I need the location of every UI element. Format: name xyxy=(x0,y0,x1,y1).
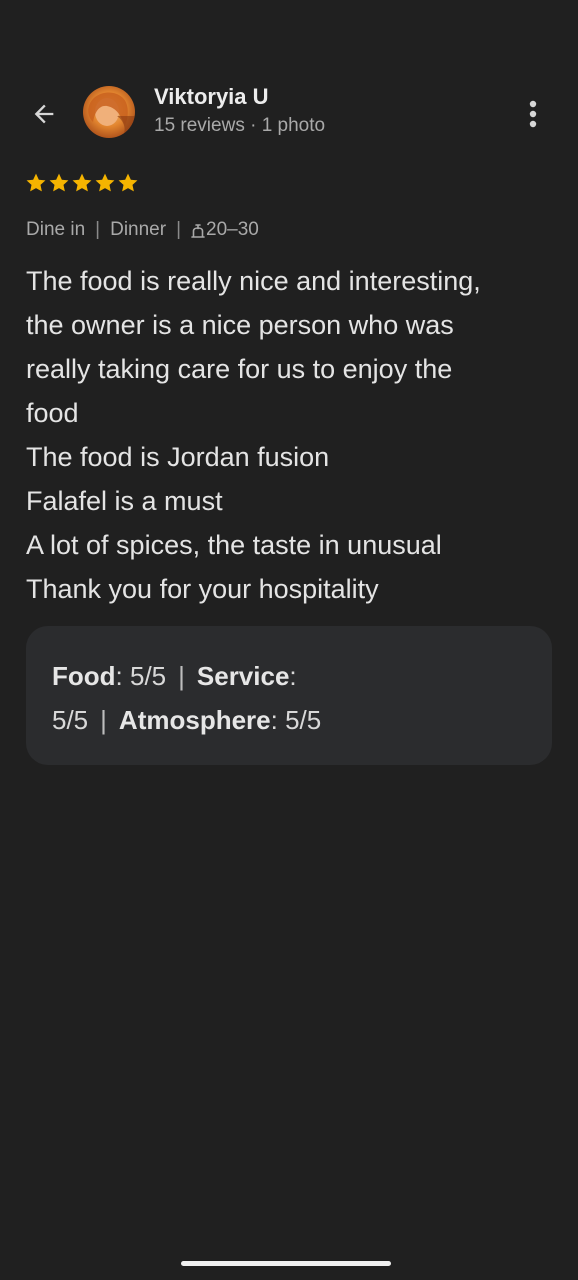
atmosphere-label: Atmosphere xyxy=(118,705,271,735)
service-value: 5/5 xyxy=(52,705,89,735)
food-label: Food xyxy=(52,661,116,691)
price-range-tag: 20–30 xyxy=(206,219,259,240)
review-line: The food is Jordan fusion xyxy=(26,442,330,472)
arrow-left-icon xyxy=(34,104,54,124)
avatar[interactable] xyxy=(83,86,135,138)
more-vertical-icon xyxy=(529,100,537,128)
reviewer-meta: 15 reviews · 1 photo xyxy=(154,115,326,136)
service-label: Service xyxy=(196,661,290,691)
review-line: Falafel is a must xyxy=(26,486,223,516)
review-line: A lot of spices, the taste in unusual xyxy=(26,530,442,560)
review-header: Viktoryia U 15 reviews · 1 photo xyxy=(0,82,578,146)
rating-breakdown-card: Food: 5/5 | Service: 5/5 | Atmosphere: 5/5 xyxy=(26,626,552,765)
price-tag-icon xyxy=(191,224,205,238)
rating-separator: | xyxy=(178,661,185,691)
reviewer-name[interactable]: Viktoryia U xyxy=(154,84,269,110)
star-icon xyxy=(118,173,138,192)
review-text: The food is really nice and interesting,… xyxy=(26,259,556,611)
star-icon xyxy=(95,173,115,192)
review-line: the owner is a nice person who was xyxy=(26,310,454,340)
avatar-image xyxy=(83,86,135,138)
tag-separator: | xyxy=(95,219,101,240)
service-value-colon: : xyxy=(289,661,297,691)
star-rating xyxy=(25,172,139,194)
star-icon xyxy=(49,173,69,192)
back-button[interactable] xyxy=(24,94,64,134)
star-icon xyxy=(26,173,46,192)
service-type-tag: Dine in xyxy=(26,219,86,240)
atmosphere-value: : 5/5 xyxy=(270,705,322,735)
tag-separator: | xyxy=(176,219,182,240)
meal-tag: Dinner xyxy=(110,219,167,240)
star-icon xyxy=(72,173,92,192)
rating-breakdown-line-2: 5/5 | Atmosphere: 5/5 xyxy=(52,698,552,742)
food-value: : 5/5 xyxy=(115,661,167,691)
review-line: The food is really nice and interesting, xyxy=(26,266,481,296)
review-line: Thank you for your hospitality xyxy=(26,574,379,604)
rating-separator: | xyxy=(100,705,107,735)
visit-tags: Dine in | Dinner | 20–30 xyxy=(26,219,259,241)
review-line: really taking care for us to enjoy the xyxy=(26,354,453,384)
rating-breakdown-line-1: Food: 5/5 | Service: xyxy=(52,654,552,698)
home-indicator[interactable] xyxy=(181,1261,391,1266)
more-options-button[interactable] xyxy=(513,94,553,134)
review-line: food xyxy=(26,398,79,428)
